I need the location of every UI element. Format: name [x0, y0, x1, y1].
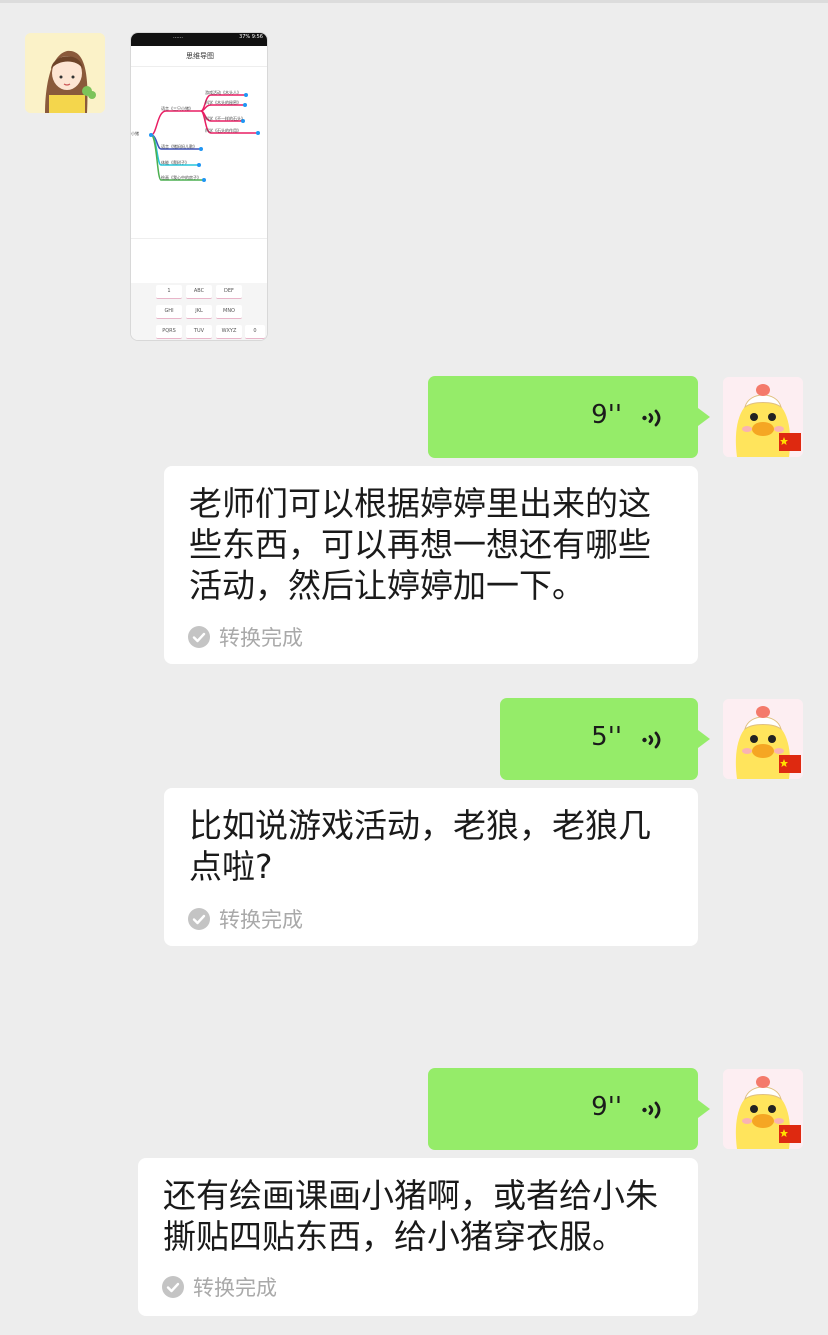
thumbnail-keyboard: 1 ABC DEF GHI JKL MNO PQRS TUV WXYZ 0 — [131, 283, 267, 340]
mindmap-node: 绘画《我心中的房子》 — [161, 175, 201, 180]
thumbnail-title: 思维导图 — [186, 52, 214, 60]
voice-wave-icon — [642, 409, 661, 427]
mindmap-screenshot-image[interactable]: …… 37% 9:56 思维导图 小猪 语言《三只小猪》 游戏活动《木头人》 科… — [130, 32, 268, 341]
thumbnail-key: JKL — [186, 305, 212, 319]
thumbnail-status-left: …… — [173, 34, 183, 40]
thumbnail-key: 0 — [245, 325, 265, 339]
thumbnail-key: MNO — [216, 305, 242, 319]
thumbnail-title-bar: 思维导图 — [131, 46, 267, 67]
transcript-status: 转换完成 — [188, 622, 303, 652]
thumbnail-status-right: 37% 9:56 — [239, 34, 263, 40]
voice-duration: 9'' — [591, 1092, 622, 1122]
avatar-self[interactable] — [723, 699, 803, 779]
transcript-text: 还有绘画课画小猪啊，或者给小朱撕贴四贴东西，给小猪穿衣服。 — [163, 1176, 658, 1256]
transcript-status-label: 转换完成 — [219, 908, 303, 932]
mindmap-node: 科学《石头的作用》 — [205, 128, 241, 133]
thumbnail-key: GHI — [156, 305, 182, 319]
check-circle-icon — [188, 626, 210, 648]
voice-message-bubble[interactable]: 9'' — [428, 376, 710, 458]
voice-wave-icon — [642, 1101, 661, 1119]
transcript-text: 比如说游戏活动，老狼，老狼几点啦? — [189, 806, 651, 886]
avatar-self[interactable] — [723, 1069, 803, 1149]
voice-wave-icon — [642, 731, 661, 749]
thumbnail-key: DEF — [216, 285, 242, 299]
transcript-status: 转换完成 — [188, 904, 303, 934]
voice-message-bubble[interactable]: 9'' — [428, 1068, 710, 1150]
mindmap-node: 体能《爬树子》 — [161, 160, 189, 165]
thumbnail-toolbar — [131, 238, 267, 259]
thumbnail-key: WXYZ — [216, 325, 242, 339]
mindmap-node: 语言《猪妈妈儿歌》 — [161, 144, 197, 149]
voice-duration: 5'' — [591, 722, 622, 752]
mindmap-node: 语言《三只小猪》 — [161, 106, 193, 111]
check-circle-icon — [162, 1276, 184, 1298]
transcript-text: 老师们可以根据婷婷里出来的这些东西，可以再想一想还有哪些活动，然后让婷婷加一下。 — [189, 484, 651, 605]
top-divider — [0, 0, 828, 3]
mindmap-root-node: 小猪 — [131, 131, 139, 136]
avatar-self[interactable] — [723, 377, 803, 457]
voice-duration: 9'' — [591, 400, 622, 430]
transcript-status-label: 转换完成 — [219, 626, 303, 650]
transcript-status-label: 转换完成 — [193, 1276, 277, 1300]
mindmap-node: 科学《不一样的石头》 — [205, 116, 245, 121]
voice-message-bubble[interactable]: 5'' — [500, 698, 710, 780]
mindmap-node: 游戏活动《木头人》 — [205, 90, 241, 95]
mindmap-node: 科学《木头的秘密》 — [205, 100, 241, 105]
thumbnail-key: PQRS — [156, 325, 182, 339]
check-circle-icon — [188, 908, 210, 930]
transcript-status: 转换完成 — [162, 1272, 277, 1302]
transcript-card[interactable]: 还有绘画课画小猪啊，或者给小朱撕贴四贴东西，给小猪穿衣服。 转换完成 — [138, 1158, 698, 1316]
thumbnail-key: 1 — [156, 285, 182, 299]
transcript-card[interactable]: 老师们可以根据婷婷里出来的这些东西，可以再想一想还有哪些活动，然后让婷婷加一下。… — [164, 466, 698, 664]
transcript-card[interactable]: 比如说游戏活动，老狼，老狼几点啦? 转换完成 — [164, 788, 698, 946]
thumbnail-status-bar: …… 37% 9:56 — [131, 33, 267, 46]
mindmap-branches — [149, 93, 260, 182]
thumbnail-key: ABC — [186, 285, 212, 299]
thumbnail-key: TUV — [186, 325, 212, 339]
avatar-contact[interactable] — [25, 33, 105, 113]
